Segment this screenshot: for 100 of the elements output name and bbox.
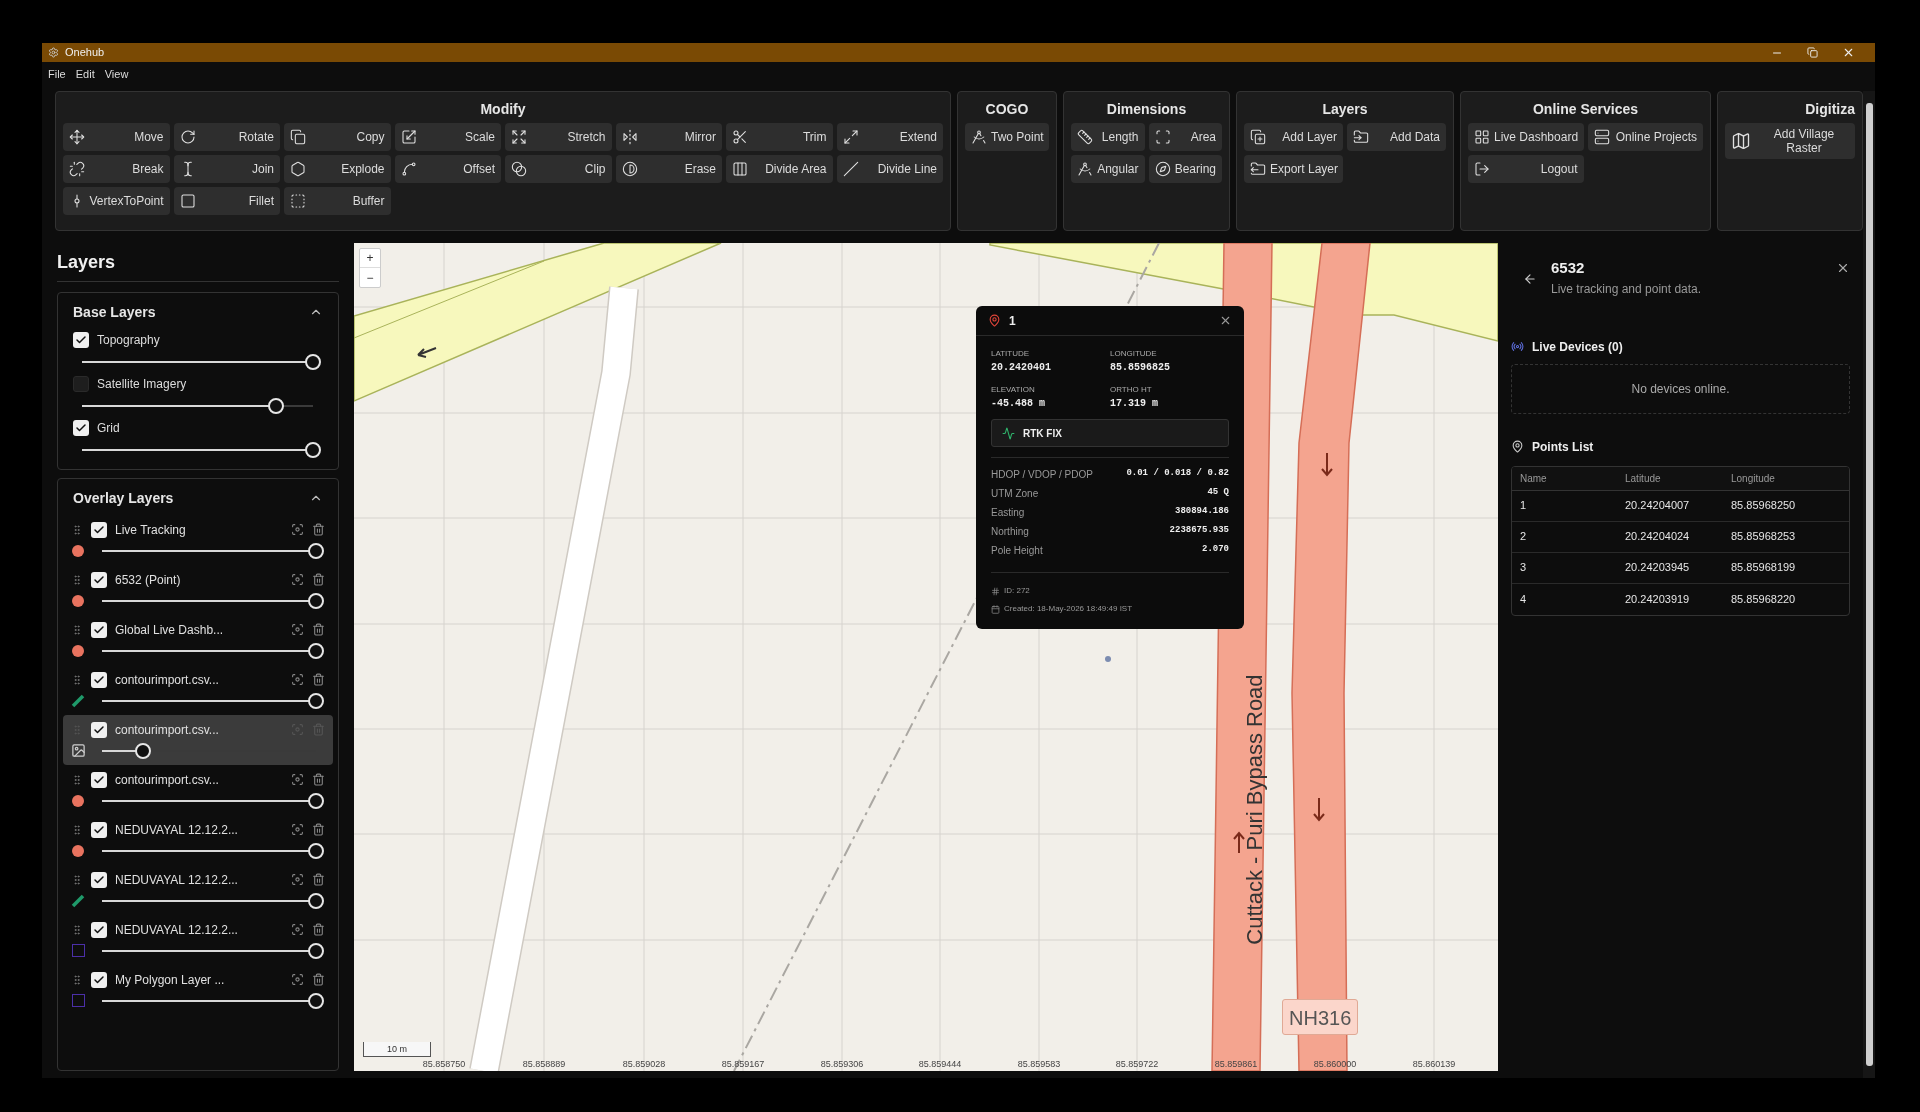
layer-row[interactable]: contourimport.csv... (66, 665, 330, 715)
delete-icon[interactable] (312, 623, 325, 636)
checkbox[interactable] (91, 871, 107, 888)
layer-row[interactable]: Live Tracking (66, 515, 330, 565)
layer-row[interactable]: My Polygon Layer ... (66, 965, 330, 1015)
ribbon-button[interactable]: Fillet (173, 187, 280, 215)
zoom-out-button[interactable]: − (360, 268, 380, 287)
ribbon-button[interactable]: Live Dashboard (1468, 123, 1584, 151)
drag-handle-icon[interactable] (71, 823, 83, 836)
ribbon-button[interactable]: Online Projects (1587, 123, 1703, 151)
calendar-icon (991, 604, 1000, 614)
close-icon[interactable] (1219, 314, 1232, 327)
zoom-to-layer-icon[interactable] (291, 923, 304, 936)
delete-icon[interactable] (312, 523, 325, 536)
checkbox[interactable] (91, 821, 107, 838)
checkbox[interactable] (73, 376, 89, 392)
checkbox[interactable] (91, 671, 107, 688)
ribbon-button[interactable]: Erase (615, 155, 722, 183)
ribbon-button[interactable]: Length (1071, 123, 1145, 151)
section-header[interactable]: Overlay Layers (66, 487, 330, 509)
drag-handle-icon[interactable] (71, 873, 83, 886)
ribbon-button[interactable]: Mirror (615, 123, 722, 151)
menu-item[interactable]: File (48, 65, 66, 83)
ribbon-button[interactable]: VertexToPoint (63, 187, 170, 215)
zoom-to-layer-icon[interactable] (291, 873, 304, 886)
zoom-to-layer-icon[interactable] (291, 973, 304, 986)
menu-item[interactable]: View (104, 65, 129, 83)
ribbon-button[interactable]: Buffer (284, 187, 391, 215)
ribbon-button[interactable]: Offset (394, 155, 501, 183)
drag-handle-icon[interactable] (71, 973, 83, 986)
ribbon-button[interactable]: Export Layer (1244, 155, 1343, 183)
scrollbar[interactable] (1863, 91, 1875, 1078)
axis-label: 85.860139 (1411, 1058, 1457, 1071)
checkbox[interactable] (73, 420, 89, 436)
drag-handle-icon[interactable] (71, 923, 83, 936)
delete-icon[interactable] (312, 673, 325, 686)
ribbon-button[interactable]: Divide Line (836, 155, 943, 183)
layer-row[interactable]: NEDUVAYAL 12.12.2... (66, 915, 330, 965)
ribbon-button[interactable]: Clip (505, 155, 612, 183)
map-drawing[interactable] (354, 243, 1498, 1071)
detail-label: Pole Height (991, 543, 1043, 558)
drag-handle-icon[interactable] (71, 623, 83, 636)
ribbon-button[interactable]: Divide Area (726, 155, 833, 183)
ribbon-button[interactable]: Join (173, 155, 280, 183)
ribbon-button[interactable]: Add Village Raster (1725, 123, 1855, 159)
drag-handle-icon[interactable] (71, 673, 83, 686)
layer-row[interactable]: NEDUVAYAL 12.12.2... (66, 815, 330, 865)
checkbox[interactable] (91, 621, 107, 638)
layer-row[interactable]: 6532 (Point) (66, 565, 330, 615)
delete-icon[interactable] (312, 823, 325, 836)
ribbon-button[interactable]: Copy (284, 123, 391, 151)
drag-handle-icon[interactable] (71, 773, 83, 786)
menu-item[interactable]: Edit (75, 65, 95, 83)
ribbon-button[interactable]: Add Layer (1244, 123, 1343, 151)
checkbox[interactable] (91, 971, 107, 988)
ribbon-button[interactable]: Extend (836, 123, 943, 151)
delete-icon[interactable] (312, 573, 325, 586)
checkbox[interactable] (73, 332, 89, 348)
drag-handle-icon[interactable] (71, 573, 83, 586)
layer-row[interactable]: contourimport.csv... (63, 715, 333, 765)
section-header[interactable]: Base Layers (66, 301, 330, 323)
zoom-to-layer-icon[interactable] (291, 823, 304, 836)
close-icon[interactable] (1836, 261, 1850, 275)
zoom-to-layer-icon[interactable] (291, 523, 304, 536)
ribbon-button[interactable]: Move (63, 123, 170, 151)
ribbon-button[interactable]: Two Point (965, 123, 1049, 151)
delete-icon[interactable] (312, 973, 325, 986)
checkbox[interactable] (91, 521, 107, 538)
delete-icon[interactable] (312, 923, 325, 936)
delete-icon[interactable] (312, 873, 325, 886)
layer-row[interactable]: Global Live Dashb... (66, 615, 330, 665)
ribbon-button[interactable]: Trim (726, 123, 833, 151)
drag-handle-icon[interactable] (71, 523, 83, 536)
zoom-in-button[interactable]: + (360, 249, 380, 268)
ribbon-button[interactable]: Logout (1468, 155, 1584, 183)
ribbon-button[interactable]: Angular (1071, 155, 1145, 183)
ribbon-button[interactable]: Scale (394, 123, 501, 151)
restore-icon[interactable] (1807, 47, 1818, 58)
ribbon-button[interactable]: Bearing (1148, 155, 1222, 183)
checkbox[interactable] (91, 721, 107, 738)
zoom-to-layer-icon[interactable] (291, 623, 304, 636)
ribbon-button[interactable]: Add Data (1347, 123, 1446, 151)
ribbon-button[interactable]: Rotate (173, 123, 280, 151)
checkbox[interactable] (91, 571, 107, 588)
zoom-to-layer-icon[interactable] (291, 673, 304, 686)
ribbon-button[interactable]: Break (63, 155, 170, 183)
ribbon-button[interactable]: Explode (284, 155, 391, 183)
ribbon-button[interactable]: Stretch (505, 123, 612, 151)
ribbon-button[interactable]: Area (1148, 123, 1222, 151)
table-cell-text: 20.24204024 (1625, 529, 1691, 545)
layer-row[interactable]: NEDUVAYAL 12.12.2... (66, 865, 330, 915)
checkbox[interactable] (91, 771, 107, 788)
zoom-to-layer-icon[interactable] (291, 773, 304, 786)
layer-row[interactable]: contourimport.csv... (66, 765, 330, 815)
close-icon[interactable] (1842, 46, 1855, 59)
delete-icon[interactable] (312, 773, 325, 786)
scale-bar: 10 m (363, 1042, 431, 1057)
detail-label: Northing (991, 524, 1029, 539)
checkbox[interactable] (91, 921, 107, 938)
zoom-to-layer-icon[interactable] (291, 573, 304, 586)
